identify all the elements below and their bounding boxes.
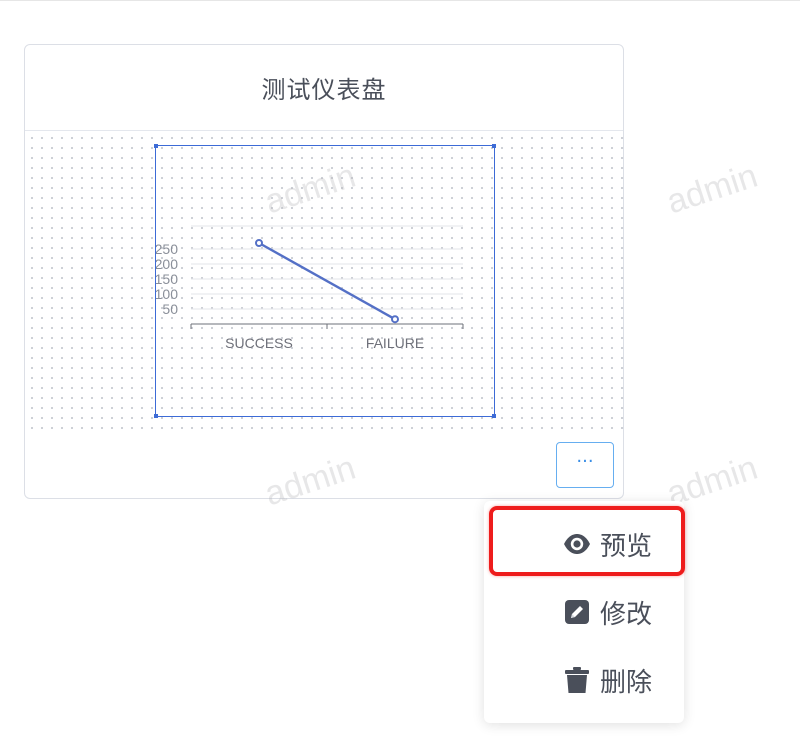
trash-icon (562, 665, 592, 695)
menu-item-preview[interactable]: 预览 (484, 513, 684, 575)
y-tick-label: 150 (156, 271, 178, 287)
x-tick-label: SUCCESS (225, 335, 293, 351)
menu-item-label: 删除 (599, 667, 652, 698)
edit-icon (562, 597, 592, 627)
line-chart: 50100150200250 SUCCESS FAILURE (156, 225, 464, 351)
watermark: admin (662, 156, 763, 222)
card-title: 测试仪表盘 (261, 76, 387, 104)
menu-item-edit[interactable]: 修改 (484, 581, 684, 643)
menu-item-label: 预览 (599, 531, 652, 562)
data-point (391, 315, 399, 324)
eye-icon (562, 529, 592, 559)
y-tick-label: 100 (156, 286, 178, 302)
data-point (255, 239, 263, 247)
y-tick-label: 50 (162, 301, 178, 317)
chart-widget[interactable]: 50 100 150 200 250 SUCCESS FAILURE (154, 144, 496, 418)
dashboard-card: 测试仪表盘 50 100 150 200 250 SUCCESS FAILURE ··· (24, 44, 624, 499)
y-tick-label: 200 (156, 256, 178, 272)
menu-item-delete[interactable]: 删除 (484, 649, 684, 711)
series-line (258, 241, 396, 321)
dashboard-canvas: 50 100 150 200 250 SUCCESS FAILURE (25, 131, 623, 431)
x-tick-label: FAILURE (366, 335, 424, 351)
top-divider (0, 0, 800, 1)
card-header: 测试仪表盘 (25, 45, 623, 131)
menu-item-label: 修改 (599, 599, 652, 630)
y-tick-label: 250 (156, 241, 178, 257)
more-options-dropdown: 预览 修改 删除 (484, 501, 684, 723)
more-options-button[interactable]: ··· (556, 442, 614, 488)
